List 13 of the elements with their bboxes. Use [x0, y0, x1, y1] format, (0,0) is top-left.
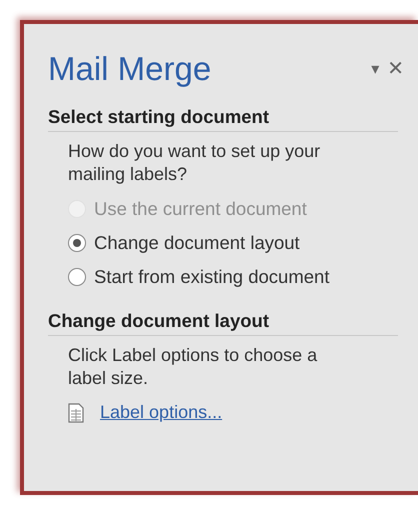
table-document-icon — [68, 402, 84, 422]
close-button[interactable]: ✕ — [387, 56, 404, 80]
section-heading: Select starting document — [48, 106, 398, 132]
radio-button[interactable] — [68, 268, 86, 286]
radio-option[interactable]: Change document layout — [68, 232, 300, 254]
radio-option[interactable]: Start from existing document — [68, 266, 330, 288]
pane-title: Mail Merge — [48, 50, 212, 88]
section-heading: Change document layout — [48, 310, 398, 336]
instruction-text: Click Label options to choose a label size. — [68, 344, 318, 390]
radio-button[interactable] — [68, 234, 86, 252]
pane-menu-button[interactable]: ▾ — [371, 56, 380, 80]
label-options-link[interactable]: Label options... — [100, 402, 222, 423]
instruction-text: How do you want to set up your mailing labels? — [68, 140, 322, 186]
